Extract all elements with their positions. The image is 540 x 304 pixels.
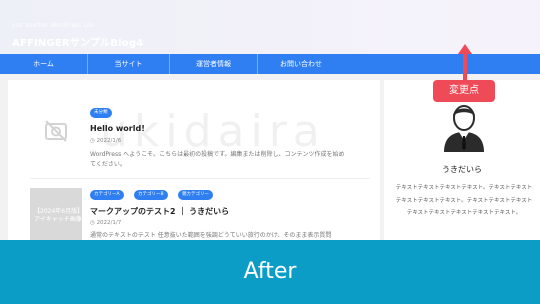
post-title[interactable]: マークアップのテスト2 ｜ うきだいら [90,206,229,217]
site-title[interactable]: AFFINGERサンプルBlog4 [12,34,143,49]
change-callout: 変更点 [433,80,495,102]
nav-item-about-site[interactable]: 当サイト [88,54,170,74]
thumbnail-caption: 【2024年6月版】アイキャッチ画像 [34,208,82,223]
post-date-value: 2022/1/6 [96,138,122,144]
author-bio: テキストテキストテキストテキスト。テキストテキストテキストテキストテキスト。テキ… [395,185,533,216]
arrow-shaft [463,52,467,80]
post-thumbnail[interactable]: 【2024年6月版】アイキャッチ画像 [30,188,82,240]
post-divider [30,178,370,179]
post-date-value: 2022/1/7 [96,220,122,226]
nav-item-operator[interactable]: 運営者情報 [170,54,258,74]
no-image-icon[interactable] [30,106,82,156]
clock-icon: ◷ [90,220,95,226]
post-date: ◷ 2022/1/7 [90,220,121,226]
nav-item-contact[interactable]: お問い合わせ [258,54,344,74]
nav-item-home[interactable]: ホーム [0,54,88,74]
category-tag[interactable]: 親カテゴリー [178,190,213,200]
clock-icon: ◷ [90,138,95,144]
post-date: ◷ 2022/1/6 [90,138,121,144]
category-tag[interactable]: カテゴリーB [134,190,168,200]
post-excerpt: WordPress へようこそ。こちらは最初の投稿です。編集または削除し、コンテ… [90,151,345,168]
global-nav: ホーム 当サイト 運営者情報 お問い合わせ [0,54,540,74]
category-tag[interactable]: 未分類 [90,108,112,118]
author-avatar [440,100,488,152]
site-description: Just another WordPress site [12,22,95,29]
category-tag[interactable]: カテゴリーA [90,190,124,200]
author-name: うきだいら [442,165,482,174]
after-banner: After [0,240,540,304]
post-title[interactable]: Hello world! [90,124,145,133]
